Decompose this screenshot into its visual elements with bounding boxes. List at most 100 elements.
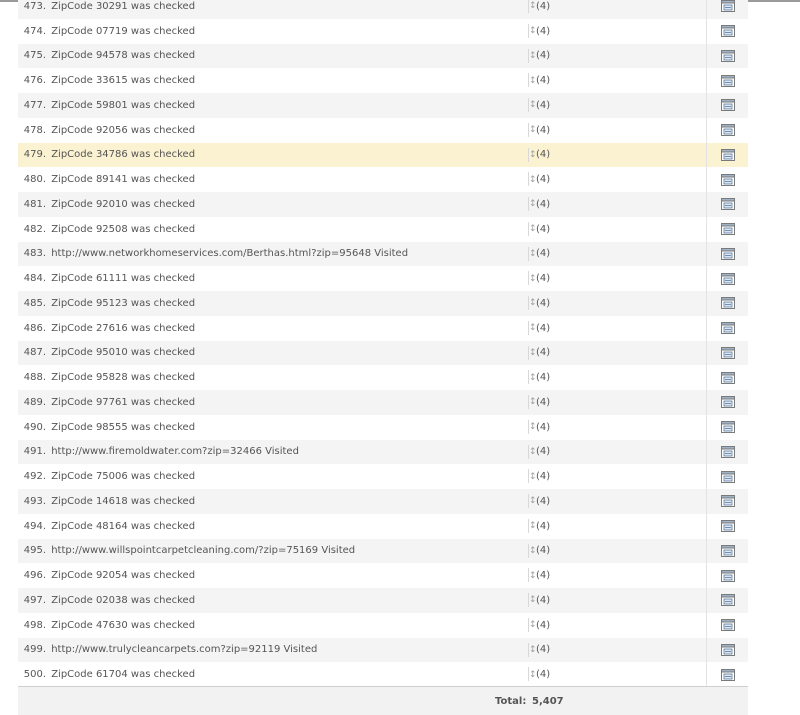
- table-row[interactable]: 487. ZipCode 95010 was checked ↕ (4): [18, 340, 749, 366]
- row-evolution-icon: [721, 0, 735, 13]
- table-row[interactable]: 482. ZipCode 92508 was checked ↕ (4): [18, 216, 749, 242]
- row-evolution-button[interactable]: [706, 68, 749, 93]
- sort-arrows-icon[interactable]: ↕: [529, 546, 537, 556]
- sort-arrows-icon[interactable]: ↕: [529, 620, 537, 630]
- table-row[interactable]: 484. ZipCode 61111 was checked ↕ (4): [18, 266, 748, 291]
- row-evolution-icon: [721, 247, 735, 260]
- row-evolution-button[interactable]: [706, 662, 749, 687]
- row-label-cell: 500. ZipCode 61704 was checked: [18, 669, 528, 680]
- table-row[interactable]: 488. ZipCode 95828 was checked ↕ (4): [18, 365, 748, 390]
- table-row[interactable]: 491. http://www.firemoldwater.com?zip=32…: [18, 439, 749, 465]
- row-evolution-button[interactable]: [706, 513, 749, 539]
- sort-arrows-icon[interactable]: ↕: [529, 51, 537, 61]
- row-label-cell: 483. http://www.networkhomeservices.com/…: [18, 248, 528, 259]
- sort-arrows-icon[interactable]: ↕: [529, 397, 537, 407]
- row-evolution-button[interactable]: [706, 439, 749, 465]
- table-row[interactable]: 497. ZipCode 02038 was checked ↕ (4): [18, 588, 748, 613]
- sort-arrows-icon[interactable]: ↕: [529, 224, 537, 234]
- sort-arrows-icon[interactable]: ↕: [529, 447, 537, 457]
- table-row[interactable]: 475. ZipCode 94578 was checked ↕ (4): [18, 43, 749, 69]
- row-evolution-button[interactable]: [706, 93, 749, 118]
- row-count-cell: ↕ (4): [529, 464, 550, 489]
- sort-arrows-icon[interactable]: ↕: [529, 1, 537, 11]
- row-evolution-button[interactable]: [706, 340, 749, 366]
- row-label: http://www.firemoldwater.com?zip=32466 V…: [51, 446, 299, 458]
- table-row[interactable]: 478. ZipCode 92056 was checked ↕ (4): [18, 117, 749, 143]
- table-row[interactable]: 496. ZipCode 92054 was checked ↕ (4): [18, 563, 748, 588]
- row-count: (4): [536, 149, 551, 161]
- table-row[interactable]: 479. ZipCode 34786 was checked ↕ (4): [18, 142, 749, 168]
- row-number: 490.: [23, 421, 46, 433]
- row-evolution-button[interactable]: [706, 588, 749, 613]
- table-row[interactable]: 495. http://www.willspointcarpetcleaning…: [18, 538, 749, 564]
- table-row[interactable]: 499. http://www.trulycleancarpets.com?zi…: [18, 637, 749, 663]
- sort-arrows-icon[interactable]: ↕: [529, 323, 537, 333]
- row-evolution-button[interactable]: [706, 216, 749, 242]
- table-row[interactable]: 489. ZipCode 97761 was checked ↕ (4): [18, 390, 748, 415]
- table-row[interactable]: 492. ZipCode 75006 was checked ↕ (4): [18, 464, 748, 489]
- row-evolution-button[interactable]: [706, 390, 749, 415]
- sort-arrows-icon[interactable]: ↕: [529, 348, 537, 358]
- table-row[interactable]: 476. ZipCode 33615 was checked ↕ (4): [18, 68, 748, 93]
- sort-arrows-icon[interactable]: ↕: [529, 496, 537, 506]
- row-evolution-button[interactable]: [706, 266, 749, 291]
- row-evolution-button[interactable]: [706, 43, 749, 69]
- table-row[interactable]: 474. ZipCode 07719 was checked ↕ (4): [18, 18, 749, 44]
- table-row[interactable]: 485. ZipCode 95123 was checked ↕ (4): [18, 291, 748, 316]
- row-evolution-button[interactable]: [706, 167, 749, 192]
- row-evolution-button[interactable]: [706, 0, 749, 19]
- row-evolution-icon: [721, 371, 735, 384]
- row-count: (4): [536, 372, 551, 384]
- sort-arrows-icon[interactable]: ↕: [529, 472, 537, 482]
- sort-arrows-icon[interactable]: ↕: [529, 521, 537, 531]
- sort-arrows-icon[interactable]: ↕: [529, 175, 537, 185]
- row-number: 497.: [23, 594, 46, 606]
- table-row[interactable]: 480. ZipCode 89141 was checked ↕ (4): [18, 167, 748, 192]
- table-row[interactable]: 500. ZipCode 61704 was checked ↕ (4): [18, 662, 748, 687]
- sort-arrows-icon[interactable]: ↕: [529, 199, 537, 209]
- sort-arrows-icon[interactable]: ↕: [529, 274, 537, 284]
- row-evolution-button[interactable]: [706, 291, 749, 316]
- row-label: ZipCode 48164 was checked: [51, 520, 196, 532]
- sort-arrows-icon[interactable]: ↕: [529, 100, 537, 110]
- table-row[interactable]: 494. ZipCode 48164 was checked ↕ (4): [18, 513, 749, 539]
- row-evolution-button[interactable]: [706, 637, 749, 663]
- sort-arrows-icon[interactable]: ↕: [529, 298, 537, 308]
- sort-arrows-icon[interactable]: ↕: [529, 26, 537, 36]
- row-number: 483.: [23, 248, 46, 260]
- sort-arrows-icon[interactable]: ↕: [529, 645, 537, 655]
- sort-arrows-icon[interactable]: ↕: [529, 125, 537, 135]
- row-count: (4): [536, 644, 551, 656]
- row-evolution-button[interactable]: [706, 612, 749, 638]
- row-count-cell: ↕ (4): [529, 291, 550, 316]
- row-evolution-button[interactable]: [706, 489, 749, 514]
- sort-arrows-icon[interactable]: ↕: [529, 571, 537, 581]
- sort-arrows-icon[interactable]: ↕: [529, 373, 537, 383]
- table-row[interactable]: 481. ZipCode 92010 was checked ↕ (4): [18, 192, 748, 217]
- table-row[interactable]: 490. ZipCode 98555 was checked ↕ (4): [18, 414, 749, 440]
- table-row[interactable]: 477. ZipCode 59801 was checked ↕ (4): [18, 93, 748, 118]
- table-row[interactable]: 493. ZipCode 14618 was checked ↕ (4): [18, 489, 748, 514]
- sort-arrows-icon[interactable]: ↕: [529, 595, 537, 605]
- row-evolution-button[interactable]: [706, 414, 749, 440]
- sort-arrows-icon[interactable]: ↕: [529, 150, 537, 160]
- row-evolution-button[interactable]: [706, 18, 749, 44]
- row-evolution-button[interactable]: [706, 117, 749, 143]
- row-label-cell: 478. ZipCode 92056 was checked: [18, 125, 528, 136]
- row-evolution-button[interactable]: [706, 365, 749, 390]
- sort-arrows-icon[interactable]: ↕: [529, 422, 537, 432]
- row-evolution-button[interactable]: [706, 192, 749, 217]
- row-evolution-button[interactable]: [706, 563, 749, 588]
- table-row[interactable]: 483. http://www.networkhomeservices.com/…: [18, 241, 749, 267]
- sort-arrows-icon[interactable]: ↕: [529, 76, 537, 86]
- sort-arrows-icon[interactable]: ↕: [529, 249, 537, 259]
- row-evolution-button[interactable]: [706, 142, 749, 168]
- row-evolution-button[interactable]: [706, 315, 749, 341]
- table-row[interactable]: 486. ZipCode 27616 was checked ↕ (4): [18, 315, 749, 341]
- row-evolution-button[interactable]: [706, 538, 749, 564]
- table-row[interactable]: 498. ZipCode 47630 was checked ↕ (4): [18, 612, 749, 638]
- table-row[interactable]: 473. ZipCode 30291 was checked ↕ (4): [18, 0, 748, 19]
- row-evolution-button[interactable]: [706, 241, 749, 267]
- row-evolution-button[interactable]: [706, 464, 749, 489]
- sort-arrows-icon[interactable]: ↕: [529, 670, 537, 680]
